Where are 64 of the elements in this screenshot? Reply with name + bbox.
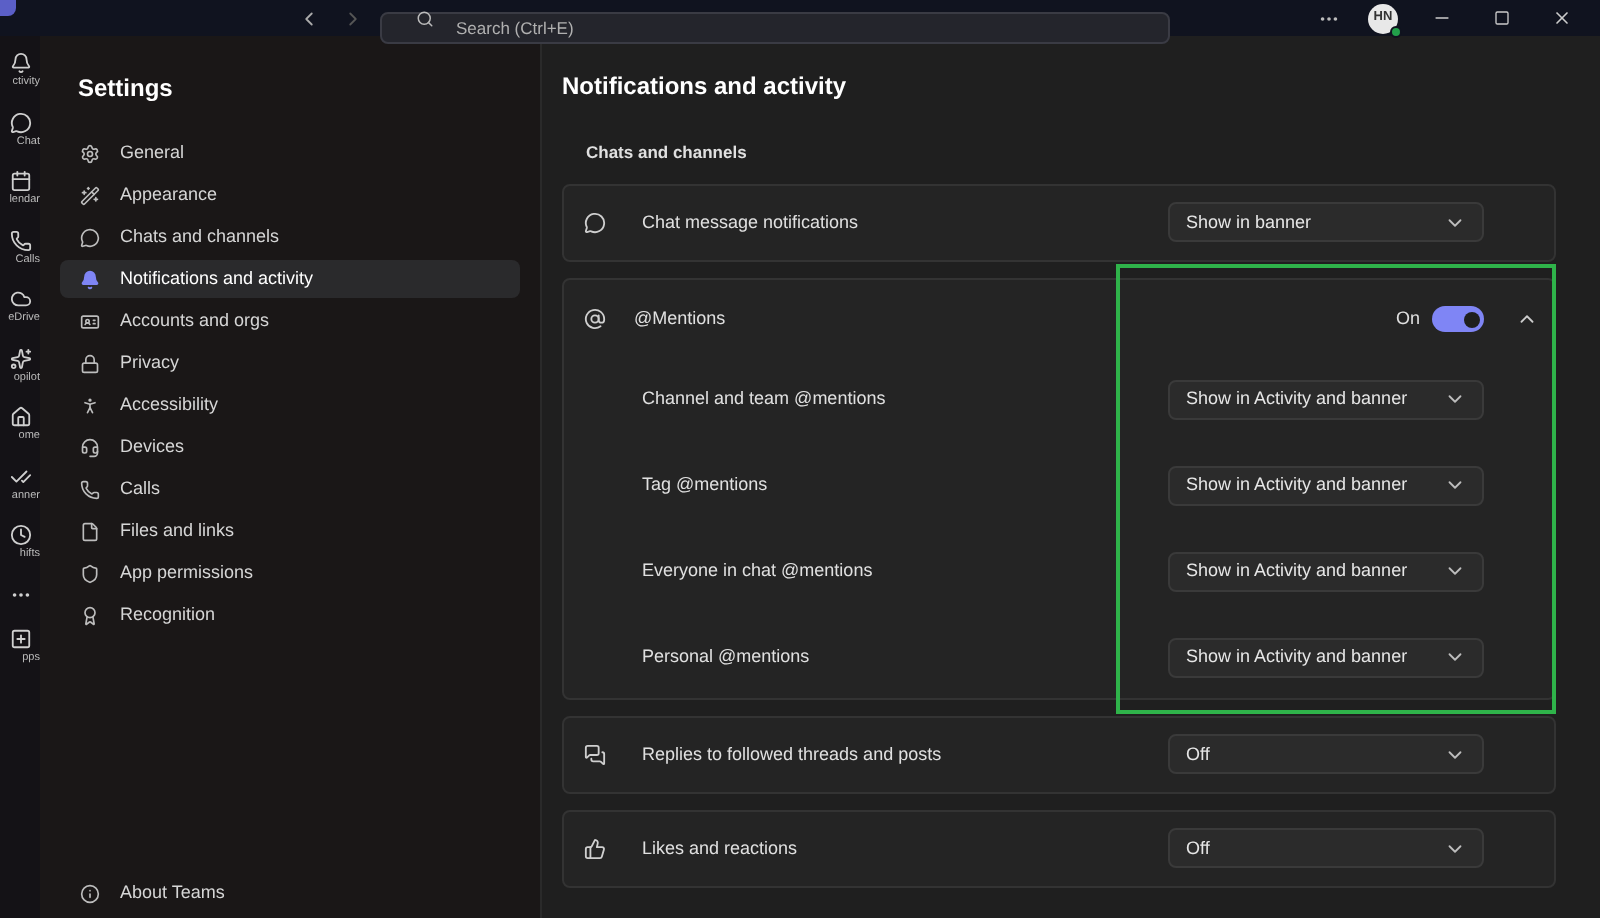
- setting-label: Channel and team @mentions: [642, 386, 888, 412]
- headset-icon: [80, 437, 100, 457]
- settings-nav-item[interactable]: Accounts and orgs: [60, 302, 520, 340]
- dropdown[interactable]: Show in banner: [1168, 202, 1484, 243]
- search-icon: [416, 9, 434, 27]
- chat-icon: [584, 211, 606, 234]
- chat-bubbles-icon: [584, 743, 606, 766]
- setting-label: Chat message notifications: [642, 209, 861, 236]
- info-icon: [80, 883, 100, 903]
- add-apps-icon: [10, 627, 32, 649]
- sparkles-icon: [10, 347, 32, 369]
- setting-label: Likes and reactions: [642, 835, 800, 861]
- search-field[interactable]: Search (Ctrl+E): [380, 12, 1170, 44]
- dropdown[interactable]: Show in Activity and banner: [1168, 379, 1484, 420]
- close-icon[interactable]: [1552, 8, 1572, 28]
- award-icon: [80, 605, 100, 625]
- id-card-icon: [80, 311, 100, 331]
- dropdown[interactable]: Show in Activity and banner: [1168, 551, 1484, 592]
- bell-icon: [10, 52, 32, 74]
- toggle-switch[interactable]: [1432, 306, 1484, 333]
- settings-nav-item[interactable]: App permissions: [60, 554, 520, 592]
- settings-nav-item[interactable]: Notifications and activity: [60, 260, 520, 298]
- settings-nav-item[interactable]: Calls: [60, 470, 520, 508]
- thumbs-up-icon: [584, 837, 606, 860]
- file-icon: [80, 521, 100, 541]
- shield-icon: [80, 563, 100, 583]
- calendar-icon: [10, 170, 32, 192]
- settings-nav-item[interactable]: Accessibility: [60, 386, 520, 424]
- setting-label: @Mentions: [634, 306, 728, 332]
- about-item[interactable]: About Teams: [60, 874, 520, 912]
- maximize-icon[interactable]: [1494, 10, 1510, 26]
- chat-icon: [10, 111, 32, 133]
- setting-label: Tag @mentions: [642, 472, 770, 498]
- at-sign-icon: [584, 308, 606, 331]
- checkmarks-icon: [10, 465, 32, 487]
- settings-nav-item[interactable]: Files and links: [60, 512, 520, 550]
- settings-nav-item[interactable]: Appearance: [60, 176, 520, 214]
- settings-nav-item[interactable]: General: [60, 134, 520, 172]
- setting-label: Personal @mentions: [642, 644, 812, 670]
- gear-icon: [80, 143, 100, 163]
- home-icon: [10, 406, 32, 428]
- lock-icon: [80, 353, 100, 373]
- settings-nav-item[interactable]: Chats and channels: [60, 218, 520, 256]
- accessibility-icon: [80, 395, 100, 415]
- setting-label: Replies to followed threads and posts: [642, 741, 944, 768]
- section-heading: Chats and channels: [586, 140, 749, 166]
- settings-nav-item[interactable]: Devices: [60, 428, 520, 466]
- clock-icon: [10, 524, 32, 546]
- settings-nav-item[interactable]: Privacy: [60, 344, 520, 382]
- chat-icon: [80, 227, 100, 247]
- dropdown[interactable]: Off: [1168, 828, 1484, 869]
- bell-icon: [80, 269, 100, 289]
- setting-label: Everyone in chat @mentions: [642, 558, 875, 584]
- wand-icon: [80, 185, 100, 205]
- dropdown[interactable]: Show in Activity and banner: [1168, 637, 1484, 678]
- dropdown[interactable]: Show in Activity and banner: [1168, 465, 1484, 506]
- phone-icon: [80, 479, 100, 499]
- settings-nav-item[interactable]: Recognition: [60, 596, 520, 634]
- phone-icon: [10, 229, 32, 251]
- dropdown[interactable]: Off: [1168, 734, 1484, 775]
- toggle-label: On: [1395, 306, 1420, 332]
- settings-title: Settings: [78, 72, 175, 106]
- cloud-icon: [10, 288, 32, 310]
- page-title: Notifications and activity: [562, 70, 849, 104]
